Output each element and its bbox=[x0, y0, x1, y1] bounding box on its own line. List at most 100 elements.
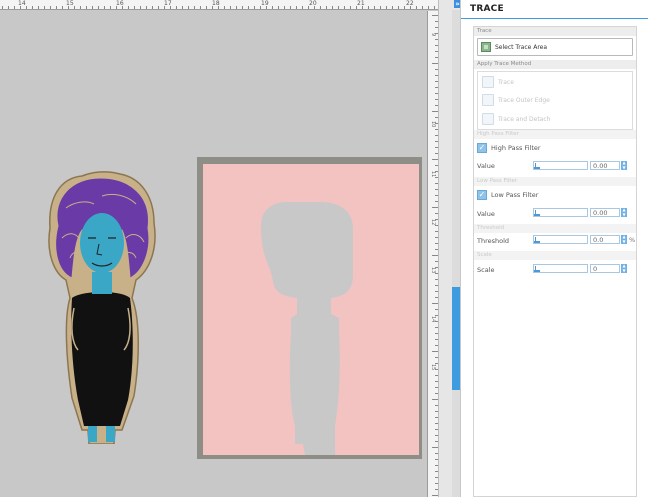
ruler-tick bbox=[398, 6, 399, 9]
trace-method-group: Trace Trace Outer Edge Trace and Detach bbox=[477, 71, 633, 130]
section-header-threshold: Threshold bbox=[474, 224, 636, 233]
ruler-tick bbox=[206, 6, 207, 9]
low-pass-filter-row[interactable]: ✓ Low Pass Filter bbox=[477, 190, 538, 200]
high-pass-value-input[interactable]: 0.00 bbox=[590, 161, 620, 170]
ruler-tick bbox=[218, 6, 219, 9]
threshold-value-input[interactable]: 0.0 bbox=[590, 235, 620, 244]
ruler-tick bbox=[338, 6, 339, 9]
ruler-tick bbox=[152, 6, 153, 9]
scrollbar-track[interactable] bbox=[452, 10, 460, 497]
section-header-scale: Scale bbox=[474, 251, 636, 260]
trace-and-detach-button[interactable]: Trace and Detach bbox=[482, 112, 550, 126]
scale-spinner[interactable]: ▲ ▼ bbox=[621, 263, 627, 273]
ruler-tick bbox=[146, 6, 147, 9]
ruler-tick bbox=[410, 6, 411, 9]
select-trace-area-button[interactable]: Select Trace Area bbox=[477, 38, 633, 56]
high-pass-checkbox[interactable]: ✓ bbox=[477, 143, 487, 153]
threshold-label: Threshold bbox=[477, 237, 510, 245]
ruler-tick bbox=[116, 6, 117, 9]
high-pass-value-label: Value bbox=[477, 162, 495, 170]
trace-label: Trace bbox=[498, 78, 514, 86]
ruler-tick bbox=[20, 6, 21, 9]
horizontal-ruler: 14 15 16 17 18 19 20 21 22 bbox=[0, 0, 438, 10]
ruler-tick bbox=[320, 6, 321, 9]
ruler-tick bbox=[332, 6, 333, 9]
ruler-tick bbox=[182, 6, 183, 9]
high-pass-slider[interactable] bbox=[533, 161, 588, 170]
trace-outer-edge-icon bbox=[482, 94, 494, 106]
threshold-unit: % bbox=[629, 236, 636, 244]
ruler-tick bbox=[308, 6, 309, 9]
trace-icon bbox=[482, 76, 494, 88]
ruler-tick bbox=[302, 6, 303, 9]
scale-label: Scale bbox=[477, 266, 495, 274]
ruler-tick bbox=[248, 6, 249, 9]
ruler-tick bbox=[266, 6, 267, 9]
high-pass-label: High Pass Filter bbox=[491, 144, 541, 152]
ruler-tick bbox=[380, 6, 381, 9]
ruler-tick bbox=[236, 6, 237, 9]
ruler-tick bbox=[38, 6, 39, 9]
scale-value-input[interactable]: 0 bbox=[590, 264, 620, 273]
character-image[interactable] bbox=[42, 168, 162, 444]
ruler-label: 20 bbox=[309, 0, 317, 7]
ruler-tick bbox=[98, 6, 99, 9]
ruler-tick bbox=[68, 6, 69, 9]
ruler-tick bbox=[170, 6, 171, 9]
panel-body: Trace Select Trace Area Apply Trace Meth… bbox=[473, 26, 637, 497]
trace-outer-edge-button[interactable]: Trace Outer Edge bbox=[482, 93, 550, 107]
ruler-tick bbox=[260, 6, 261, 9]
ruler-tick bbox=[32, 6, 33, 9]
ruler-tick bbox=[374, 6, 375, 9]
ruler-tick bbox=[44, 6, 45, 9]
ruler-tick bbox=[212, 6, 213, 9]
low-pass-spinner[interactable]: ▲ ▼ bbox=[621, 207, 627, 217]
trace-silhouette[interactable] bbox=[203, 164, 419, 455]
ruler-tick bbox=[194, 6, 195, 9]
vertical-ruler: 9 10 11 12 13 14 15 bbox=[427, 11, 438, 497]
ruler-tick bbox=[272, 6, 273, 9]
ruler-tick bbox=[416, 6, 417, 9]
ruler-label: 21 bbox=[357, 0, 365, 7]
scrollbar-thumb[interactable] bbox=[452, 287, 460, 390]
ruler-tick bbox=[362, 6, 363, 9]
ruler-tick bbox=[428, 6, 429, 9]
ruler-tick bbox=[290, 6, 291, 9]
ruler-tick bbox=[422, 6, 423, 9]
ruler-tick bbox=[344, 6, 345, 9]
ruler-tick bbox=[50, 6, 51, 9]
ruler-tick bbox=[230, 6, 231, 9]
ruler-tick bbox=[326, 6, 327, 9]
low-pass-value-input[interactable]: 0.00 bbox=[590, 208, 620, 217]
design-canvas[interactable] bbox=[0, 11, 427, 497]
ruler-tick bbox=[80, 6, 81, 9]
low-pass-checkbox[interactable]: ✓ bbox=[477, 190, 487, 200]
panel-title: TRACE bbox=[470, 4, 504, 14]
section-header-high-pass: High Pass Filter bbox=[474, 130, 636, 139]
high-pass-spinner[interactable]: ▲ ▼ bbox=[621, 160, 627, 170]
high-pass-filter-row[interactable]: ✓ High Pass Filter bbox=[477, 143, 541, 153]
ruler-tick bbox=[2, 6, 3, 9]
ruler-tick bbox=[8, 6, 9, 9]
ruler-tick bbox=[140, 6, 141, 9]
threshold-slider[interactable] bbox=[533, 235, 588, 244]
trace-button[interactable]: Trace bbox=[482, 75, 514, 89]
ruler-tick bbox=[242, 6, 243, 9]
threshold-spinner[interactable]: ▲ ▼ bbox=[621, 234, 627, 244]
ruler-tick bbox=[26, 6, 27, 9]
ruler-tick bbox=[176, 6, 177, 9]
ruler-tick bbox=[122, 6, 123, 9]
low-pass-value-label: Value bbox=[477, 210, 495, 218]
ruler-tick bbox=[356, 6, 357, 9]
trace-and-detach-icon bbox=[482, 113, 494, 125]
ruler-tick bbox=[278, 6, 279, 9]
select-trace-area-label: Select Trace Area bbox=[495, 43, 548, 51]
low-pass-slider[interactable] bbox=[533, 208, 588, 217]
scale-slider[interactable] bbox=[533, 264, 588, 273]
panel-divider bbox=[461, 18, 648, 19]
section-header-apply-trace-method: Apply Trace Method bbox=[474, 60, 636, 69]
ruler-tick bbox=[62, 6, 63, 9]
ruler-tick bbox=[296, 6, 297, 9]
ruler-tick bbox=[104, 6, 105, 9]
ruler-tick bbox=[314, 6, 315, 9]
